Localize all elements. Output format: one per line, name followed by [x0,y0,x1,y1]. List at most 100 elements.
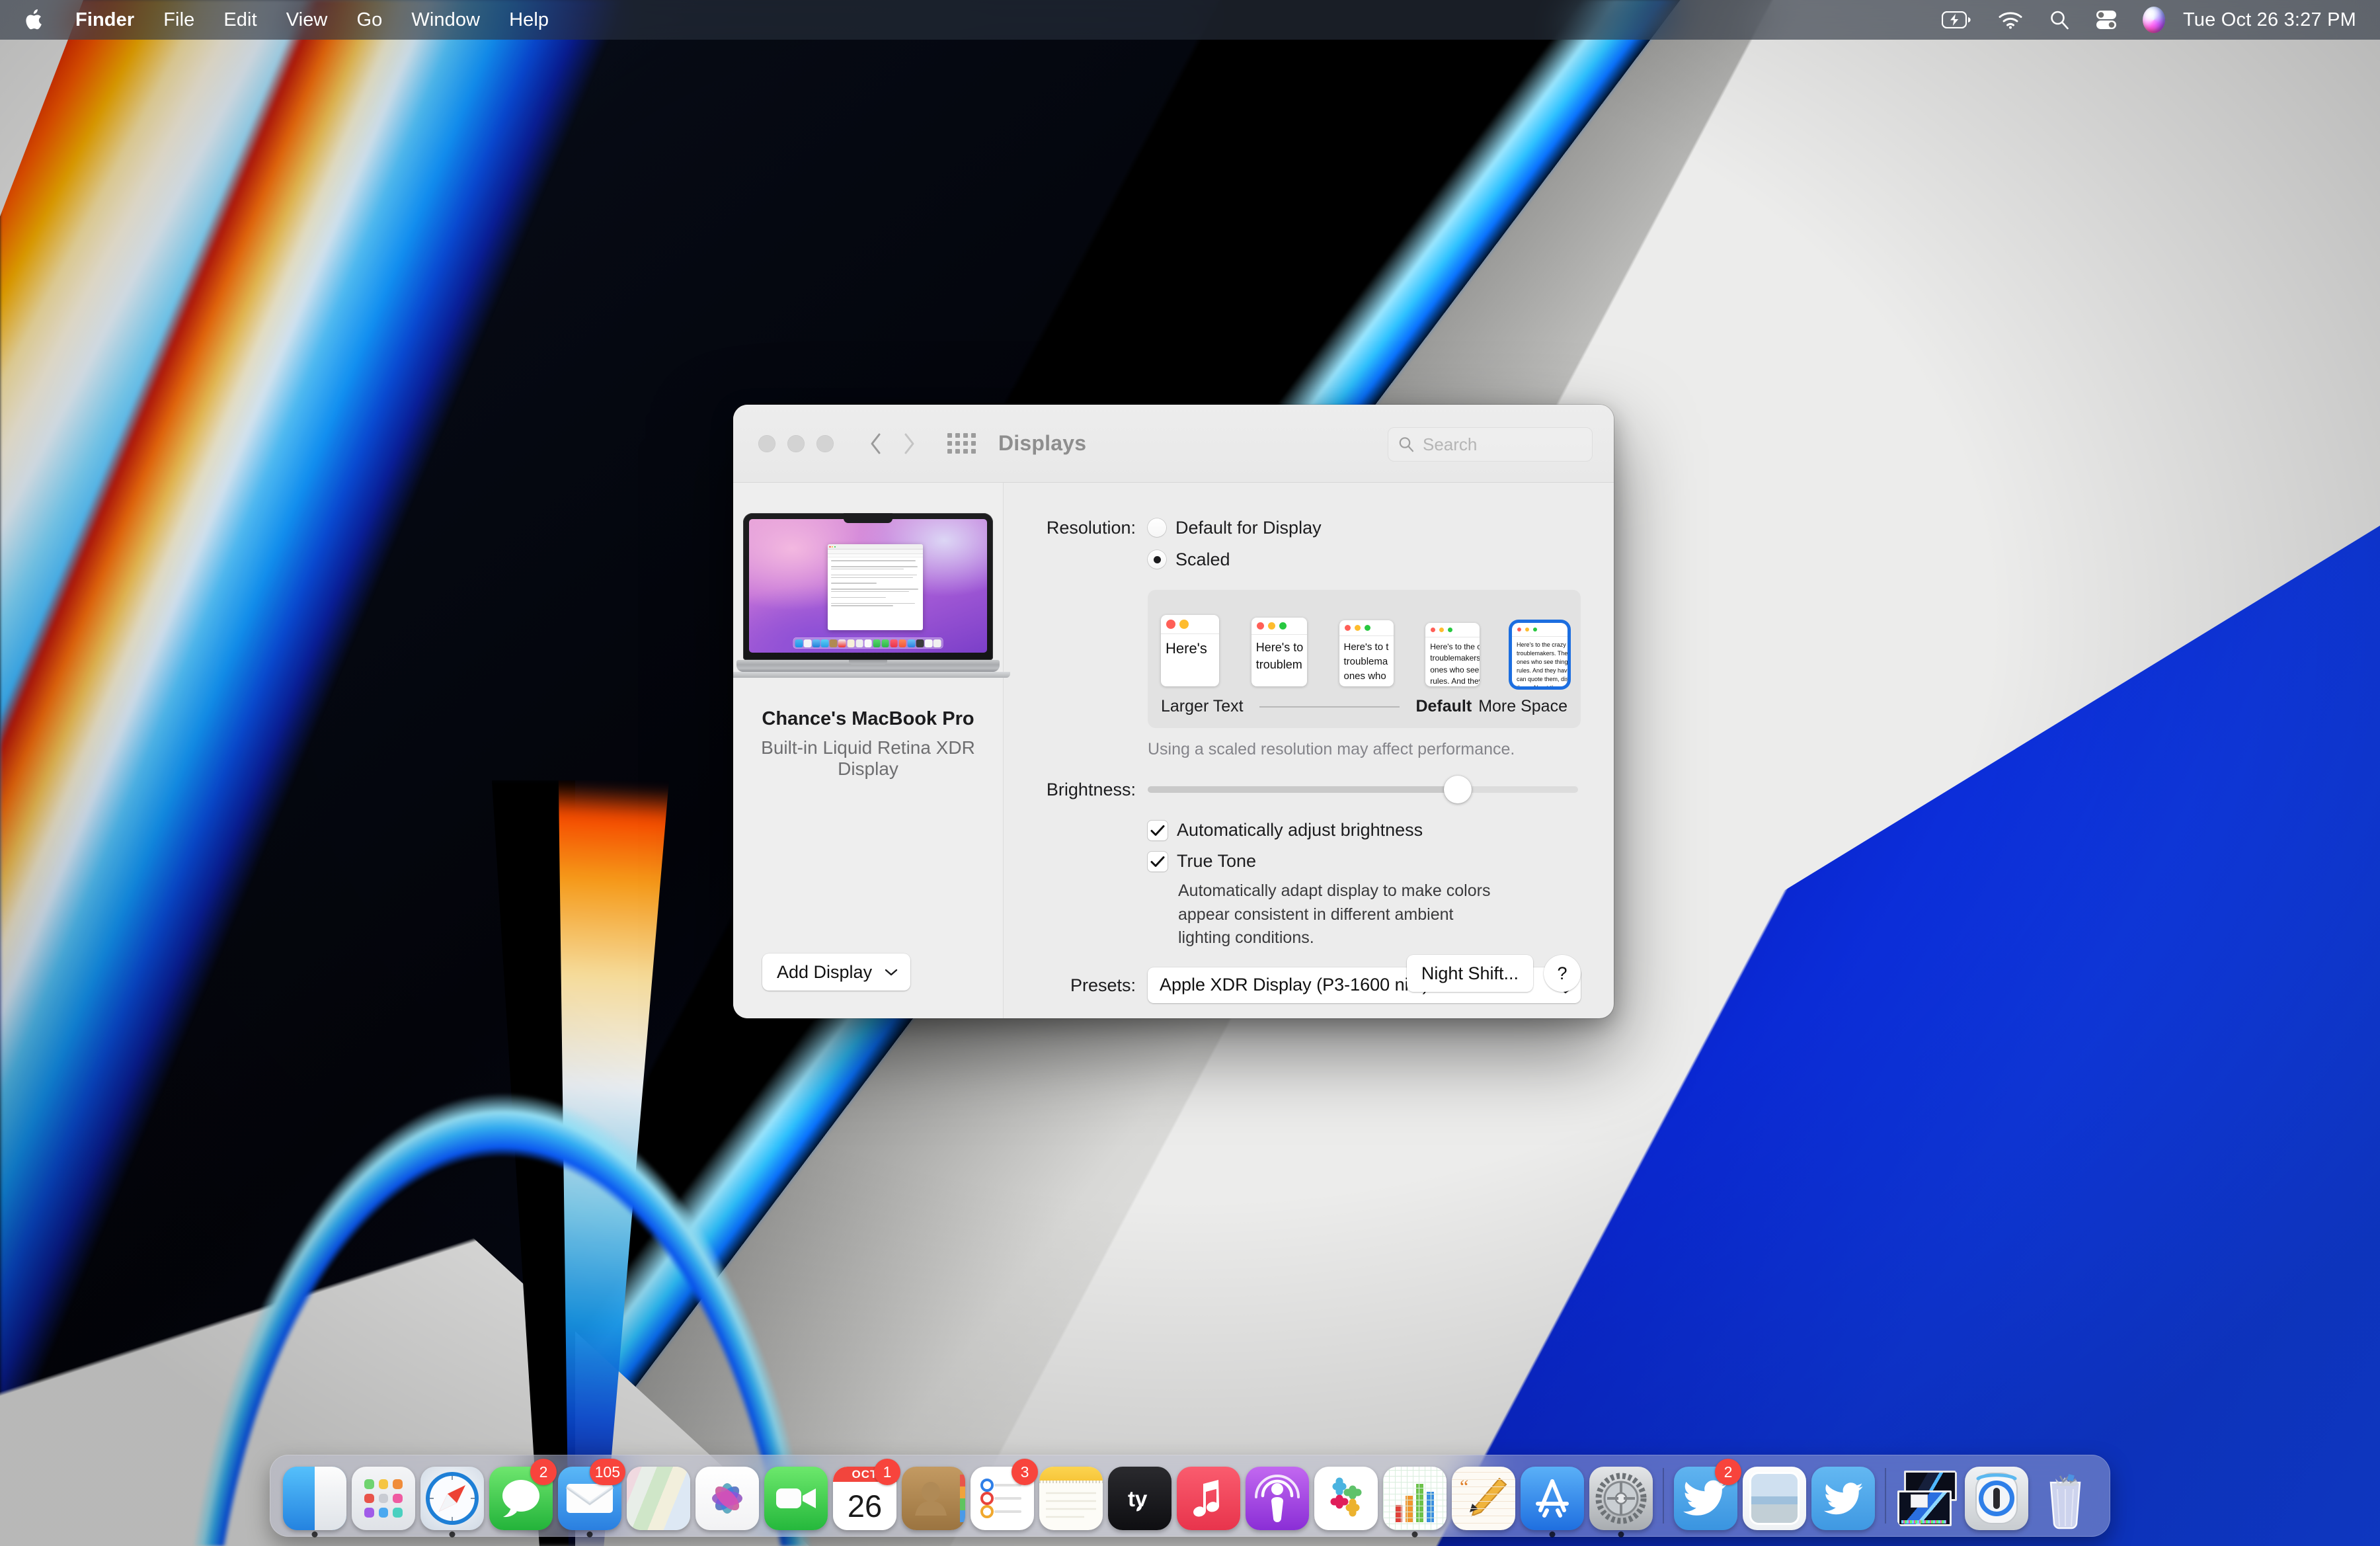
tweetbot-icon[interactable] [1811,1467,1875,1530]
numbers-icon[interactable] [1383,1467,1447,1530]
app-store-icon[interactable] [1521,1467,1584,1530]
safari-icon[interactable] [420,1467,484,1530]
dock-item-numbers[interactable] [1380,1461,1449,1537]
checkmark-icon [1150,856,1165,867]
night-shift-button[interactable]: Night Shift... [1406,955,1533,992]
finder-icon[interactable] [283,1467,346,1530]
dock-item-twitter[interactable]: 2 [1671,1459,1741,1530]
menu-bar-clock[interactable]: Tue Oct 26 3:27 PM [2178,9,2356,31]
dock-item-preview[interactable] [1740,1461,1809,1530]
dock-item-launchpad[interactable] [349,1461,418,1530]
zoom-button[interactable] [816,434,834,452]
appletv-icon[interactable]: tv [1108,1467,1171,1530]
contacts-icon[interactable] [902,1467,965,1530]
1password-icon[interactable] [1965,1467,2028,1530]
help-button[interactable]: ? [1544,955,1581,992]
dock-separator [1663,1468,1664,1524]
slack-icon[interactable] [1314,1467,1378,1530]
resolution-thumbnail-preview[interactable]: Here's to the cr troublemakers. ones who s… [1425,623,1480,686]
dock-item-music[interactable] [1174,1461,1243,1530]
brightness-slider[interactable] [1148,776,1578,803]
dock-item-mail[interactable]: 105 [555,1459,625,1537]
radio-button-scaled[interactable] [1148,550,1166,569]
siri-icon[interactable] [2130,7,2178,33]
show-all-grid-icon[interactable] [947,433,976,454]
auto-brightness-checkbox-row[interactable]: Automatically adjust brightness [1148,820,1581,840]
dock-item-pages[interactable]: “ [1449,1461,1518,1530]
dock-item-slack[interactable] [1312,1461,1380,1530]
radio-button-default[interactable] [1148,518,1166,537]
dock-item-app-store[interactable] [1518,1461,1587,1537]
dock-item-safari[interactable] [418,1461,487,1537]
search-input[interactable]: Search [1388,427,1593,462]
menu-item-file[interactable]: File [149,0,209,40]
screenshot-file-icon[interactable] [1896,1467,1960,1530]
dock-item-maps[interactable] [624,1461,693,1530]
chevron-left-icon[interactable] [863,427,889,461]
menu-item-view[interactable]: View [272,0,342,40]
thumbnail-window-buttons [1425,623,1480,637]
trash-icon[interactable] [2034,1467,2097,1530]
battery-charging-icon[interactable] [1929,11,1985,28]
menu-item-finder[interactable]: Finder [61,0,149,40]
auto-brightness-checkbox[interactable] [1148,820,1168,840]
podcasts-icon[interactable] [1246,1467,1309,1530]
resolution-thumbnail[interactable]: Here's [1161,615,1219,686]
dock-item-1password[interactable] [1962,1461,2031,1530]
spotlight-search-icon[interactable] [2036,9,2082,30]
launchpad-icon[interactable] [352,1467,415,1530]
close-button[interactable] [758,434,775,452]
chevron-right-icon[interactable] [896,427,922,461]
resolution-label: Resolution: [1046,518,1136,538]
notification-badge: 105 [589,1459,625,1485]
resolution-thumbnail-preview[interactable]: Here's to the crazy onetroublemakers. Th… [1512,623,1567,686]
radio-default-for-display[interactable]: Default for Display [1148,514,1322,541]
macbook-screen-dock [793,637,943,649]
dock-item-screenshot-file[interactable] [1893,1461,1962,1530]
maps-icon[interactable] [627,1467,690,1530]
dock-item-appletv[interactable]: tv [1105,1461,1174,1530]
dock-item-notes[interactable] [1037,1461,1105,1530]
dock-item-finder[interactable] [280,1461,349,1537]
dock-item-contacts[interactable] [899,1461,968,1530]
menu-item-edit[interactable]: Edit [209,0,271,40]
dock-item-trash[interactable] [2031,1461,2100,1530]
system-preferences-icon[interactable] [1589,1467,1653,1530]
resolution-thumbnail-preview[interactable]: Here's [1161,615,1219,686]
resolution-thumbnail-preview[interactable]: Here's to troublem [1251,618,1307,686]
pages-icon[interactable]: “ [1452,1467,1515,1530]
dock-item-calendar[interactable]: OCT 26 1 [830,1459,900,1530]
search-placeholder: Search [1423,434,1478,454]
dock-item-system-preferences[interactable] [1587,1461,1655,1537]
control-center-icon[interactable] [2082,10,2130,30]
music-icon[interactable] [1177,1467,1240,1530]
window-titlebar[interactable]: Displays Search [733,405,1614,483]
photos-icon[interactable] [695,1467,759,1530]
dock-item-reminders[interactable]: 3 [968,1459,1038,1530]
preview-icon[interactable] [1743,1467,1806,1530]
true-tone-checkbox[interactable] [1148,851,1168,872]
radio-scaled[interactable]: Scaled [1148,546,1322,573]
dock-item-facetime[interactable] [762,1461,830,1530]
dock-item-photos[interactable] [693,1461,762,1530]
add-display-button[interactable]: Add Display [762,954,911,991]
menu-item-go[interactable]: Go [342,0,397,40]
resolution-thumbnail[interactable]: Here's to t troublema ones who [1339,620,1394,686]
true-tone-checkbox-row[interactable]: True Tone [1148,851,1581,872]
wifi-icon[interactable] [1985,10,2036,30]
resolution-thumbnail-preview[interactable]: Here's to t troublema ones who [1339,620,1394,686]
apple-logo-icon[interactable] [0,0,61,40]
menu-item-help[interactable]: Help [495,0,563,40]
dock-item-messages[interactable]: 2 [487,1459,557,1530]
notes-icon[interactable] [1039,1467,1103,1530]
dock-item-tweetbot[interactable] [1809,1461,1878,1530]
menu-item-window[interactable]: Window [397,0,495,40]
minimize-button[interactable] [787,434,805,452]
resolution-thumbnail[interactable]: Here's to the crazy onetroublemakers. Th… [1512,623,1567,686]
resolution-thumbnail[interactable]: Here's to the cr troublemakers. ones who s… [1425,623,1480,686]
dock-item-podcasts[interactable] [1243,1461,1312,1530]
menu-bar: Finder File Edit View Go Window Help Tue… [0,0,2380,40]
facetime-icon[interactable] [764,1467,828,1530]
resolution-thumbnail[interactable]: Here's to troublem [1251,618,1307,686]
brightness-slider-thumb[interactable] [1443,776,1472,803]
